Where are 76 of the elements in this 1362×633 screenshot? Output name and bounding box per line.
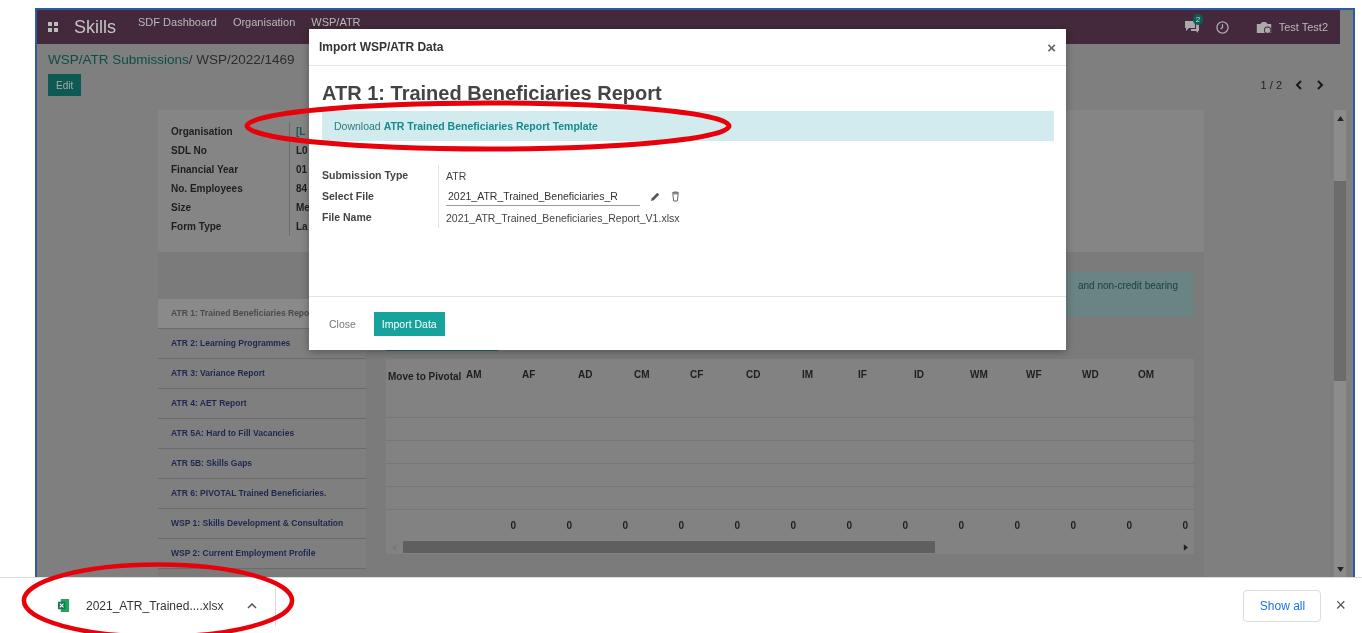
chevron-right-icon[interactable] (1316, 80, 1324, 90)
close-button[interactable]: × (1335, 595, 1346, 616)
menu-item[interactable]: WSP/ATR (311, 16, 361, 29)
pencil-icon[interactable] (650, 191, 661, 202)
menu-item[interactable]: SDF Dashboard (138, 16, 217, 29)
total-cell-text: 0 (1069, 519, 1077, 531)
column-header: CF (690, 368, 705, 382)
report-heading: ATR 1: Trained Beneficiaries Report (322, 82, 663, 105)
field-label: No. Employees (171, 182, 244, 196)
download-message: Download ATR Trained Beneficiaries Report Template (334, 120, 598, 132)
total-cell-text: 0 (789, 519, 797, 531)
total-cell-text: 0 (1013, 519, 1021, 531)
template-download-link[interactable]: ATR Trained Beneficiaries Report Template (383, 120, 598, 132)
total-cell-text: 0 (901, 519, 909, 531)
column-header: IF (858, 368, 868, 382)
total-cell-text: 0 (957, 519, 965, 531)
total-cell-text: 0 (1125, 519, 1133, 531)
chat-icon[interactable] (1183, 20, 1200, 34)
report-tab[interactable]: ATR 4: AET Report (158, 389, 366, 419)
column-header: WF (1026, 368, 1043, 382)
user-name[interactable]: Test Test2 (1278, 21, 1328, 33)
menu-item[interactable]: Organisation (232, 16, 296, 29)
column-header: AD (578, 368, 594, 382)
app-title: Skills (74, 16, 116, 38)
clock-icon[interactable] (1215, 20, 1229, 34)
total-cell-text: 0 (621, 519, 629, 531)
column-header: WD (1082, 368, 1100, 382)
close-button[interactable]: × (1047, 38, 1056, 56)
total-cell-text: 0 (845, 519, 853, 531)
camera-icon[interactable] (1254, 19, 1273, 35)
scroll-up-arrow-icon[interactable] (1336, 116, 1344, 121)
total-cell-text: 0 (677, 519, 685, 531)
column-header: CD (746, 368, 762, 382)
field-label: Organisation (171, 125, 234, 139)
report-tab[interactable]: ATR 6: PIVOTAL Trained Beneficiaries. (158, 479, 366, 509)
report-tab[interactable]: ATR 3: Variance Report (158, 359, 366, 389)
edit-button[interactable]: Edit (48, 74, 82, 96)
pager-value: 1 / 2 (1260, 79, 1282, 91)
column-header: Move to Pivotal (387, 370, 463, 384)
field-value: ATR (446, 169, 467, 182)
alert-text: and non-credit bearing (1077, 280, 1178, 291)
caret-up-icon[interactable] (247, 602, 258, 609)
report-tab[interactable]: ATR 5A: Hard to Fill Vacancies (158, 419, 366, 449)
download-file-name[interactable]: 2021_ATR_Trained....xlsx (86, 598, 224, 613)
scroll-down-arrow-icon[interactable] (1336, 567, 1344, 572)
chevron-left-icon[interactable] (1295, 80, 1303, 90)
vertical-scrollbar[interactable] (1334, 110, 1346, 577)
close-button[interactable]: Close (323, 317, 362, 330)
column-header: AF (522, 368, 537, 382)
scroll-right-arrow-icon[interactable] (1183, 543, 1188, 551)
column-header: AM (466, 368, 483, 382)
column-header: IM (802, 368, 815, 382)
import-data-button[interactable]: Import Data (373, 311, 445, 336)
trash-icon[interactable] (671, 191, 680, 202)
field-label: SDL No (171, 144, 208, 158)
field-label: Size (171, 201, 192, 215)
total-cell-text: 0 (509, 519, 517, 531)
column-header: CM (634, 368, 651, 382)
total-cell-text: 0 (733, 519, 741, 531)
show-all-button[interactable]: Show all (1243, 589, 1322, 622)
apps-menu-icon[interactable] (48, 22, 58, 32)
total-cell-text: 0 (565, 519, 573, 531)
field-label: Form Type (171, 220, 223, 234)
column-header: OM (1138, 368, 1156, 382)
breadcrumb-current: / WSP/2022/1469 (188, 52, 295, 67)
notification-badge: 2 (1192, 14, 1204, 25)
breadcrumb-link[interactable]: WSP/ATR Submissions (48, 52, 189, 67)
dialog-title: Import WSP/ATR Data (319, 40, 444, 54)
report-tab[interactable]: WSP 2: Current Employment Profile (158, 539, 366, 569)
column-header: ID (914, 368, 925, 382)
column-header: WM (970, 368, 989, 382)
report-tab[interactable]: WSP 1: Skills Development & Consultation (158, 509, 366, 539)
total-cell-text: 0 (1181, 519, 1189, 531)
report-tab[interactable]: ATR 5B: Skills Gaps (158, 449, 366, 479)
spreadsheet-file-icon (57, 598, 70, 613)
field-label: Financial Year (171, 163, 240, 177)
